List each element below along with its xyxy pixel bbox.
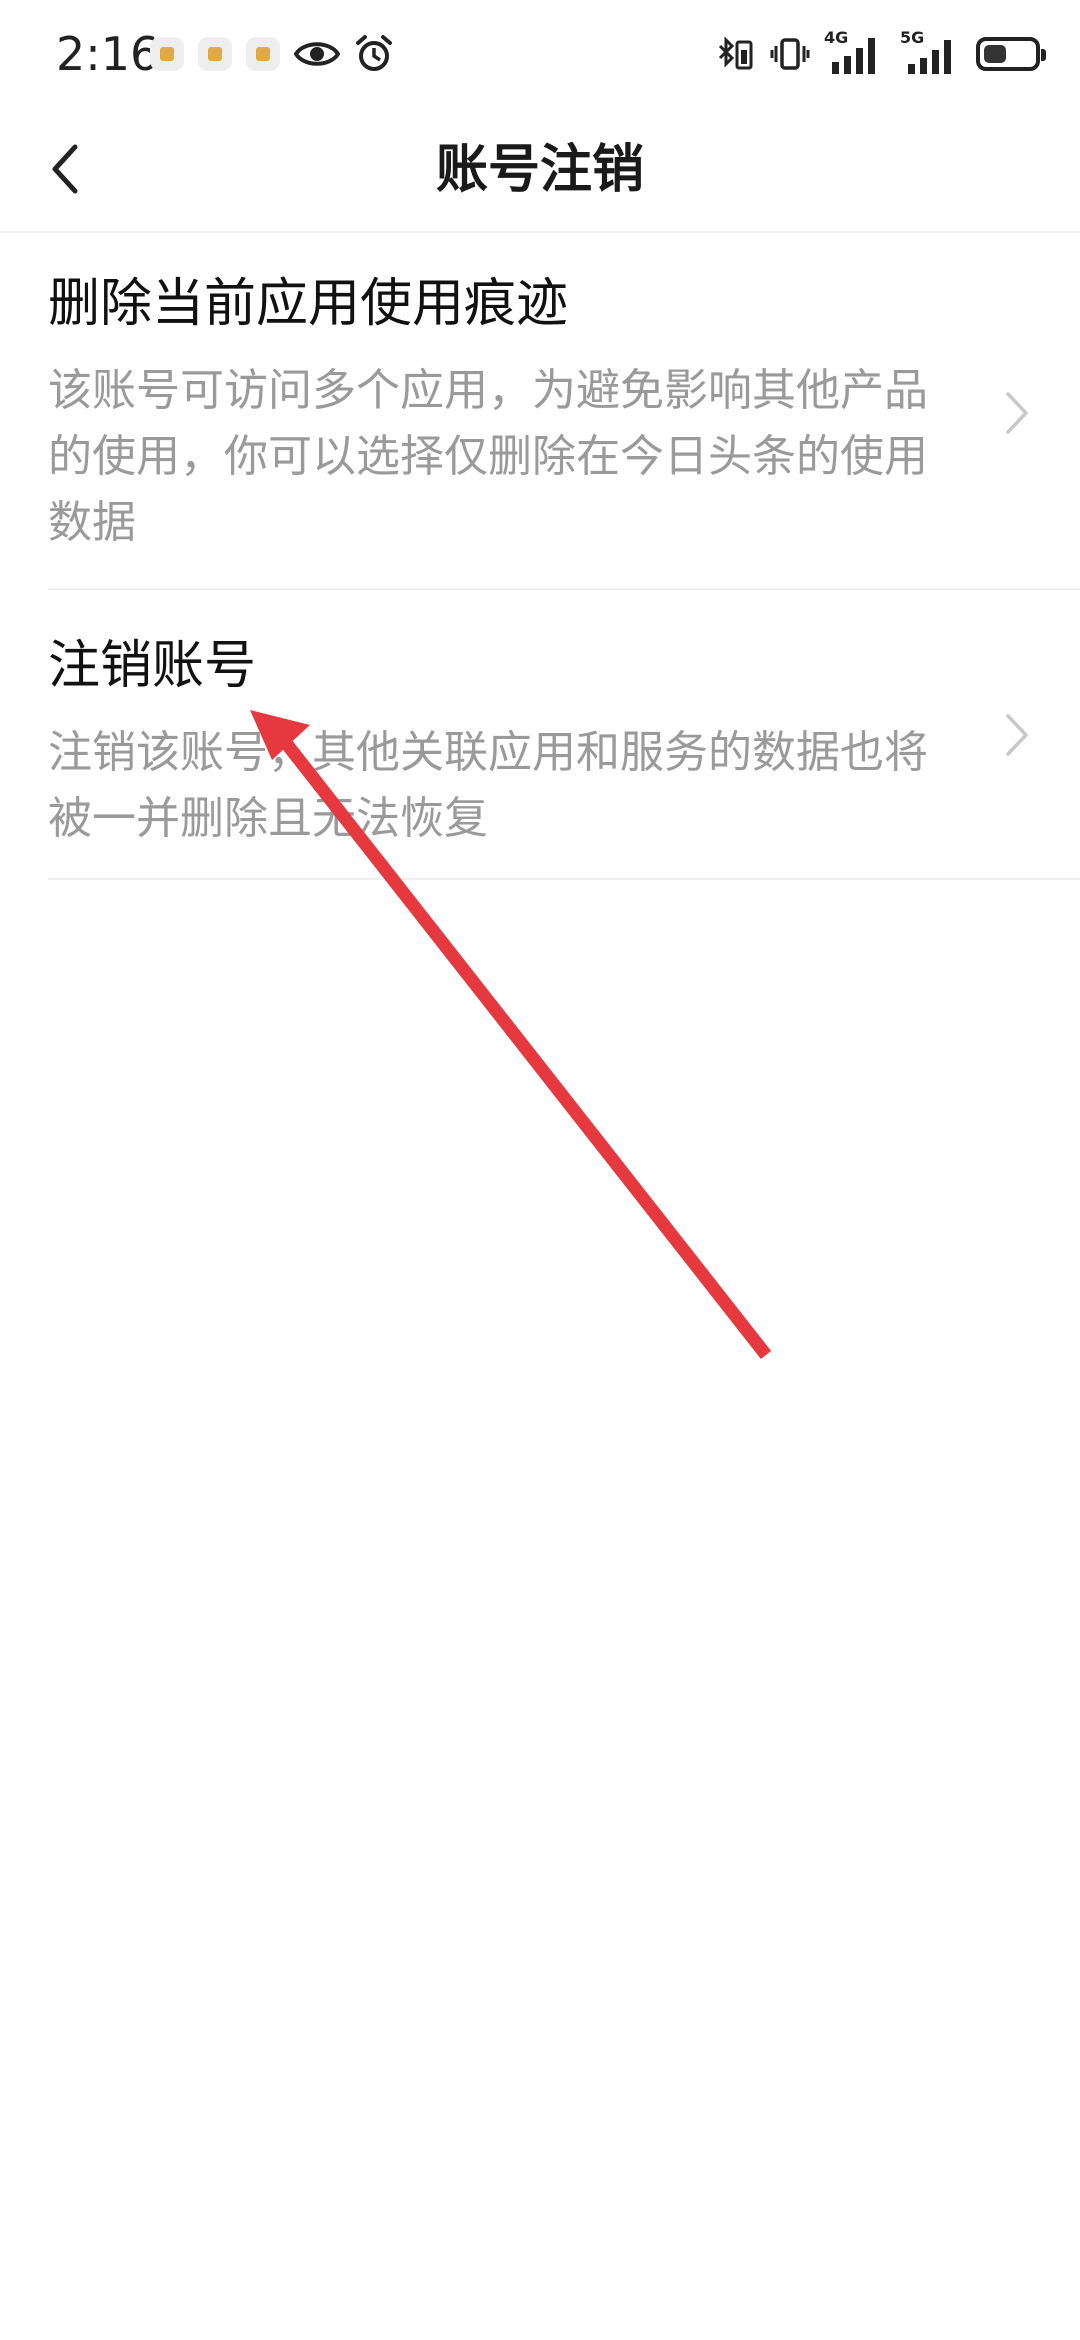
vibrate-icon (770, 38, 810, 70)
notification-icon (246, 37, 280, 71)
nav-bar: 账号注销 (0, 105, 1080, 233)
system-status-icons: 4G 5G (716, 30, 1046, 78)
option-description: 注销该账号，其他关联应用和服务的数据也将被一并删除且无法恢复 (48, 727, 928, 844)
chevron-right-icon (1006, 714, 1028, 756)
alarm-icon (356, 35, 392, 71)
status-bar: 2:16 4G 5G (0, 0, 1080, 105)
page-title: 账号注销 (435, 140, 644, 200)
battery-tip (1041, 49, 1046, 61)
notification-icons (150, 30, 394, 78)
eye-icon (294, 42, 340, 66)
notification-icon (198, 37, 232, 71)
battery-icon (976, 37, 1046, 71)
divider (48, 878, 1080, 880)
option-title: 删除当前应用使用痕迹 (48, 274, 569, 334)
option-delete-app-traces[interactable]: 删除当前应用使用痕迹 该账号可访问多个应用，为避免影响其他产品的使用，你可以选择… (48, 268, 1080, 590)
bluetooth-battery-icon (718, 36, 753, 70)
option-deactivate-account[interactable]: 注销账号 注销该账号，其他关联应用和服务的数据也将被一并删除且无法恢复 (48, 590, 1080, 880)
notification-icon (150, 37, 184, 71)
chevron-right-icon (1006, 392, 1028, 434)
signal-4g-icon: 4G (824, 30, 886, 76)
status-time: 2:16 (56, 27, 160, 81)
option-description: 该账号可访问多个应用，为避免影响其他产品的使用，你可以选择仅删除在今日头条的使用… (48, 365, 928, 548)
option-title: 注销账号 (48, 636, 257, 696)
battery-level (984, 45, 1006, 63)
signal-5g-icon: 5G (900, 30, 962, 76)
